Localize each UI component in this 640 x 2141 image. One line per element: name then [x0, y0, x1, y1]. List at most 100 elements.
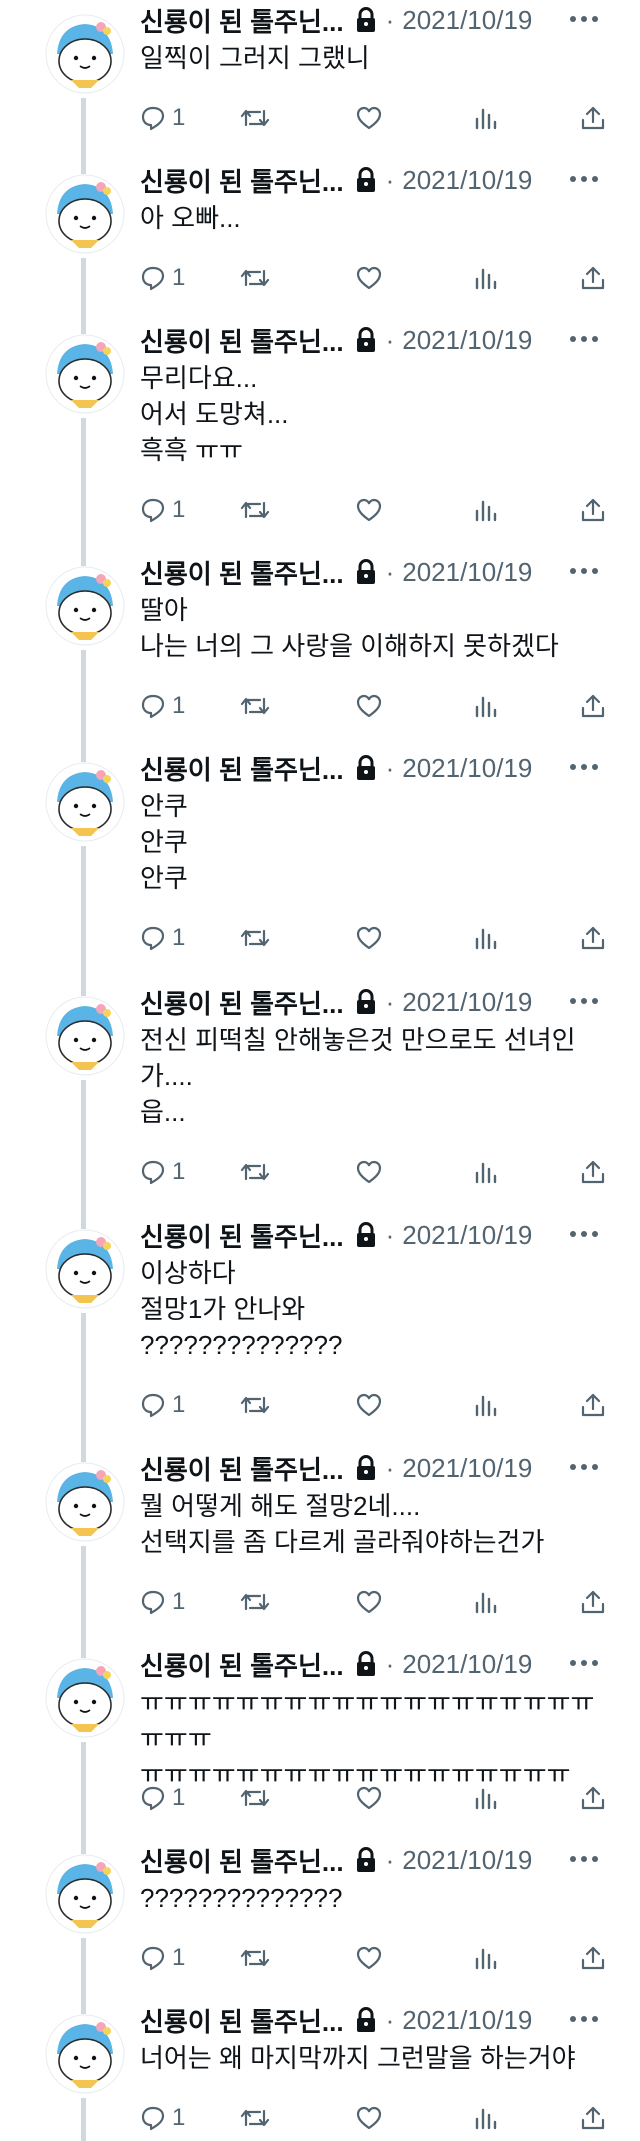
views-button[interactable] [473, 2098, 497, 2138]
tweet[interactable]: 신룡이 된 톨주닌... · 2021/10/19 딸아 나는 너의 그 사랑을… [0, 552, 640, 762]
retweet-button[interactable] [240, 1385, 270, 1425]
avatar[interactable] [45, 566, 125, 646]
like-button[interactable] [355, 258, 383, 298]
author-name[interactable]: 신룡이 된 톨주닌... [140, 1217, 344, 1254]
retweet-button[interactable] [240, 1152, 270, 1192]
retweet-button[interactable] [240, 2098, 270, 2138]
avatar[interactable] [45, 1462, 125, 1542]
author-name[interactable]: 신룡이 된 톨주닌... [140, 1842, 344, 1879]
like-button[interactable] [355, 1152, 383, 1192]
retweet-button[interactable] [240, 686, 270, 726]
reply-button[interactable]: 1 [140, 686, 185, 726]
more-icon[interactable] [567, 560, 601, 582]
tweet[interactable]: 신룡이 된 톨주닌... · 2021/10/19 전신 피떡칠 안해놓은것 만… [0, 982, 640, 1229]
more-icon[interactable] [567, 1652, 601, 1674]
tweet[interactable]: 신룡이 된 톨주닌... · 2021/10/19 무리다요... 어서 도망쳐… [0, 320, 640, 566]
author-name[interactable]: 신룡이 된 톨주닌... [140, 162, 344, 199]
views-button[interactable] [473, 686, 497, 726]
reply-button[interactable]: 1 [140, 490, 185, 530]
avatar[interactable] [45, 14, 125, 94]
like-button[interactable] [355, 918, 383, 958]
views-button[interactable] [473, 258, 497, 298]
views-button[interactable] [473, 1385, 497, 1425]
like-button[interactable] [355, 1385, 383, 1425]
views-button[interactable] [473, 918, 497, 958]
tweet-date[interactable]: 2021/10/19 [402, 165, 532, 196]
reply-button[interactable]: 1 [140, 918, 185, 958]
tweet[interactable]: 신룡이 된 톨주닌... · 2021/10/19 뭘 어떻게 해도 절망2네.… [0, 1448, 640, 1658]
tweet-date[interactable]: 2021/10/19 [402, 1453, 532, 1484]
views-button[interactable] [473, 1582, 497, 1622]
share-button[interactable] [580, 490, 606, 530]
more-icon[interactable] [567, 2008, 601, 2030]
like-button[interactable] [355, 1778, 383, 1818]
reply-button[interactable]: 1 [140, 2098, 185, 2138]
tweet[interactable]: 신룡이 된 톨주닌... · 2021/10/19 이상하다 절망1가 안나와 … [0, 1215, 640, 1462]
reply-button[interactable]: 1 [140, 1582, 185, 1622]
share-button[interactable] [580, 1152, 606, 1192]
author-name[interactable]: 신룡이 된 톨주닌... [140, 984, 344, 1021]
author-name[interactable]: 신룡이 된 톨주닌... [140, 554, 344, 591]
views-button[interactable] [473, 1778, 497, 1818]
tweet[interactable]: 신룡이 된 톨주닌... · 2021/10/19 안쿠 안쿠 안쿠 1 [0, 748, 640, 996]
like-button[interactable] [355, 98, 383, 138]
author-name[interactable]: 신룡이 된 톨주닌... [140, 2002, 344, 2039]
share-button[interactable] [580, 686, 606, 726]
avatar[interactable] [45, 1658, 125, 1738]
avatar[interactable] [45, 1854, 125, 1934]
avatar[interactable] [45, 762, 125, 842]
tweet-date[interactable]: 2021/10/19 [402, 2005, 532, 2036]
reply-button[interactable]: 1 [140, 1385, 185, 1425]
author-name[interactable]: 신룡이 된 톨주닌... [140, 1646, 344, 1683]
share-button[interactable] [580, 1938, 606, 1978]
tweet-date[interactable]: 2021/10/19 [402, 753, 532, 784]
reply-button[interactable]: 1 [140, 1778, 185, 1818]
tweet-date[interactable]: 2021/10/19 [402, 1220, 532, 1251]
reply-button[interactable]: 1 [140, 1152, 185, 1192]
more-icon[interactable] [567, 756, 601, 778]
retweet-button[interactable] [240, 1938, 270, 1978]
like-button[interactable] [355, 686, 383, 726]
author-name[interactable]: 신룡이 된 톨주닌... [140, 1450, 344, 1487]
tweet[interactable]: 신룡이 된 톨주닌... · 2021/10/19 너어는 왜 마지막까지 그런… [0, 2000, 640, 2141]
retweet-button[interactable] [240, 258, 270, 298]
author-name[interactable]: 신룡이 된 톨주닌... [140, 2, 344, 39]
more-icon[interactable] [567, 168, 601, 190]
share-button[interactable] [580, 2098, 606, 2138]
tweet[interactable]: 신룡이 된 톨주닌... · 2021/10/19 ?????????????? [0, 1840, 640, 2014]
retweet-button[interactable] [240, 918, 270, 958]
like-button[interactable] [355, 1582, 383, 1622]
like-button[interactable] [355, 490, 383, 530]
tweet-date[interactable]: 2021/10/19 [402, 1649, 532, 1680]
views-button[interactable] [473, 490, 497, 530]
reply-button[interactable]: 1 [140, 1938, 185, 1978]
more-icon[interactable] [567, 1456, 601, 1478]
like-button[interactable] [355, 2098, 383, 2138]
share-button[interactable] [580, 1778, 606, 1818]
views-button[interactable] [473, 1938, 497, 1978]
retweet-button[interactable] [240, 1582, 270, 1622]
views-button[interactable] [473, 1152, 497, 1192]
retweet-button[interactable] [240, 490, 270, 530]
share-button[interactable] [580, 1582, 606, 1622]
tweet[interactable]: 신룡이 된 톨주닌... · 2021/10/19 ㅠㅠㅠㅠㅠㅠㅠㅠㅠㅠㅠㅠㅠㅠ… [0, 1644, 640, 1854]
share-button[interactable] [580, 1385, 606, 1425]
avatar[interactable] [45, 996, 125, 1076]
author-name[interactable]: 신룡이 된 톨주닌... [140, 750, 344, 787]
retweet-button[interactable] [240, 1778, 270, 1818]
avatar[interactable] [45, 334, 125, 414]
more-icon[interactable] [567, 990, 601, 1012]
reply-button[interactable]: 1 [140, 98, 185, 138]
tweet-date[interactable]: 2021/10/19 [402, 557, 532, 588]
more-icon[interactable] [567, 328, 601, 350]
tweet[interactable]: 신룡이 된 톨주닌... · 2021/10/19 일찍이 그러지 그랬니 1 [0, 0, 640, 174]
more-icon[interactable] [567, 8, 601, 30]
tweet-date[interactable]: 2021/10/19 [402, 1845, 532, 1876]
tweet[interactable]: 신룡이 된 톨주닌... · 2021/10/19 아 오빠... 1 [0, 160, 640, 334]
more-icon[interactable] [567, 1848, 601, 1870]
avatar[interactable] [45, 2014, 125, 2094]
like-button[interactable] [355, 1938, 383, 1978]
author-name[interactable]: 신룡이 된 톨주닌... [140, 322, 344, 359]
share-button[interactable] [580, 258, 606, 298]
avatar[interactable] [45, 1229, 125, 1309]
